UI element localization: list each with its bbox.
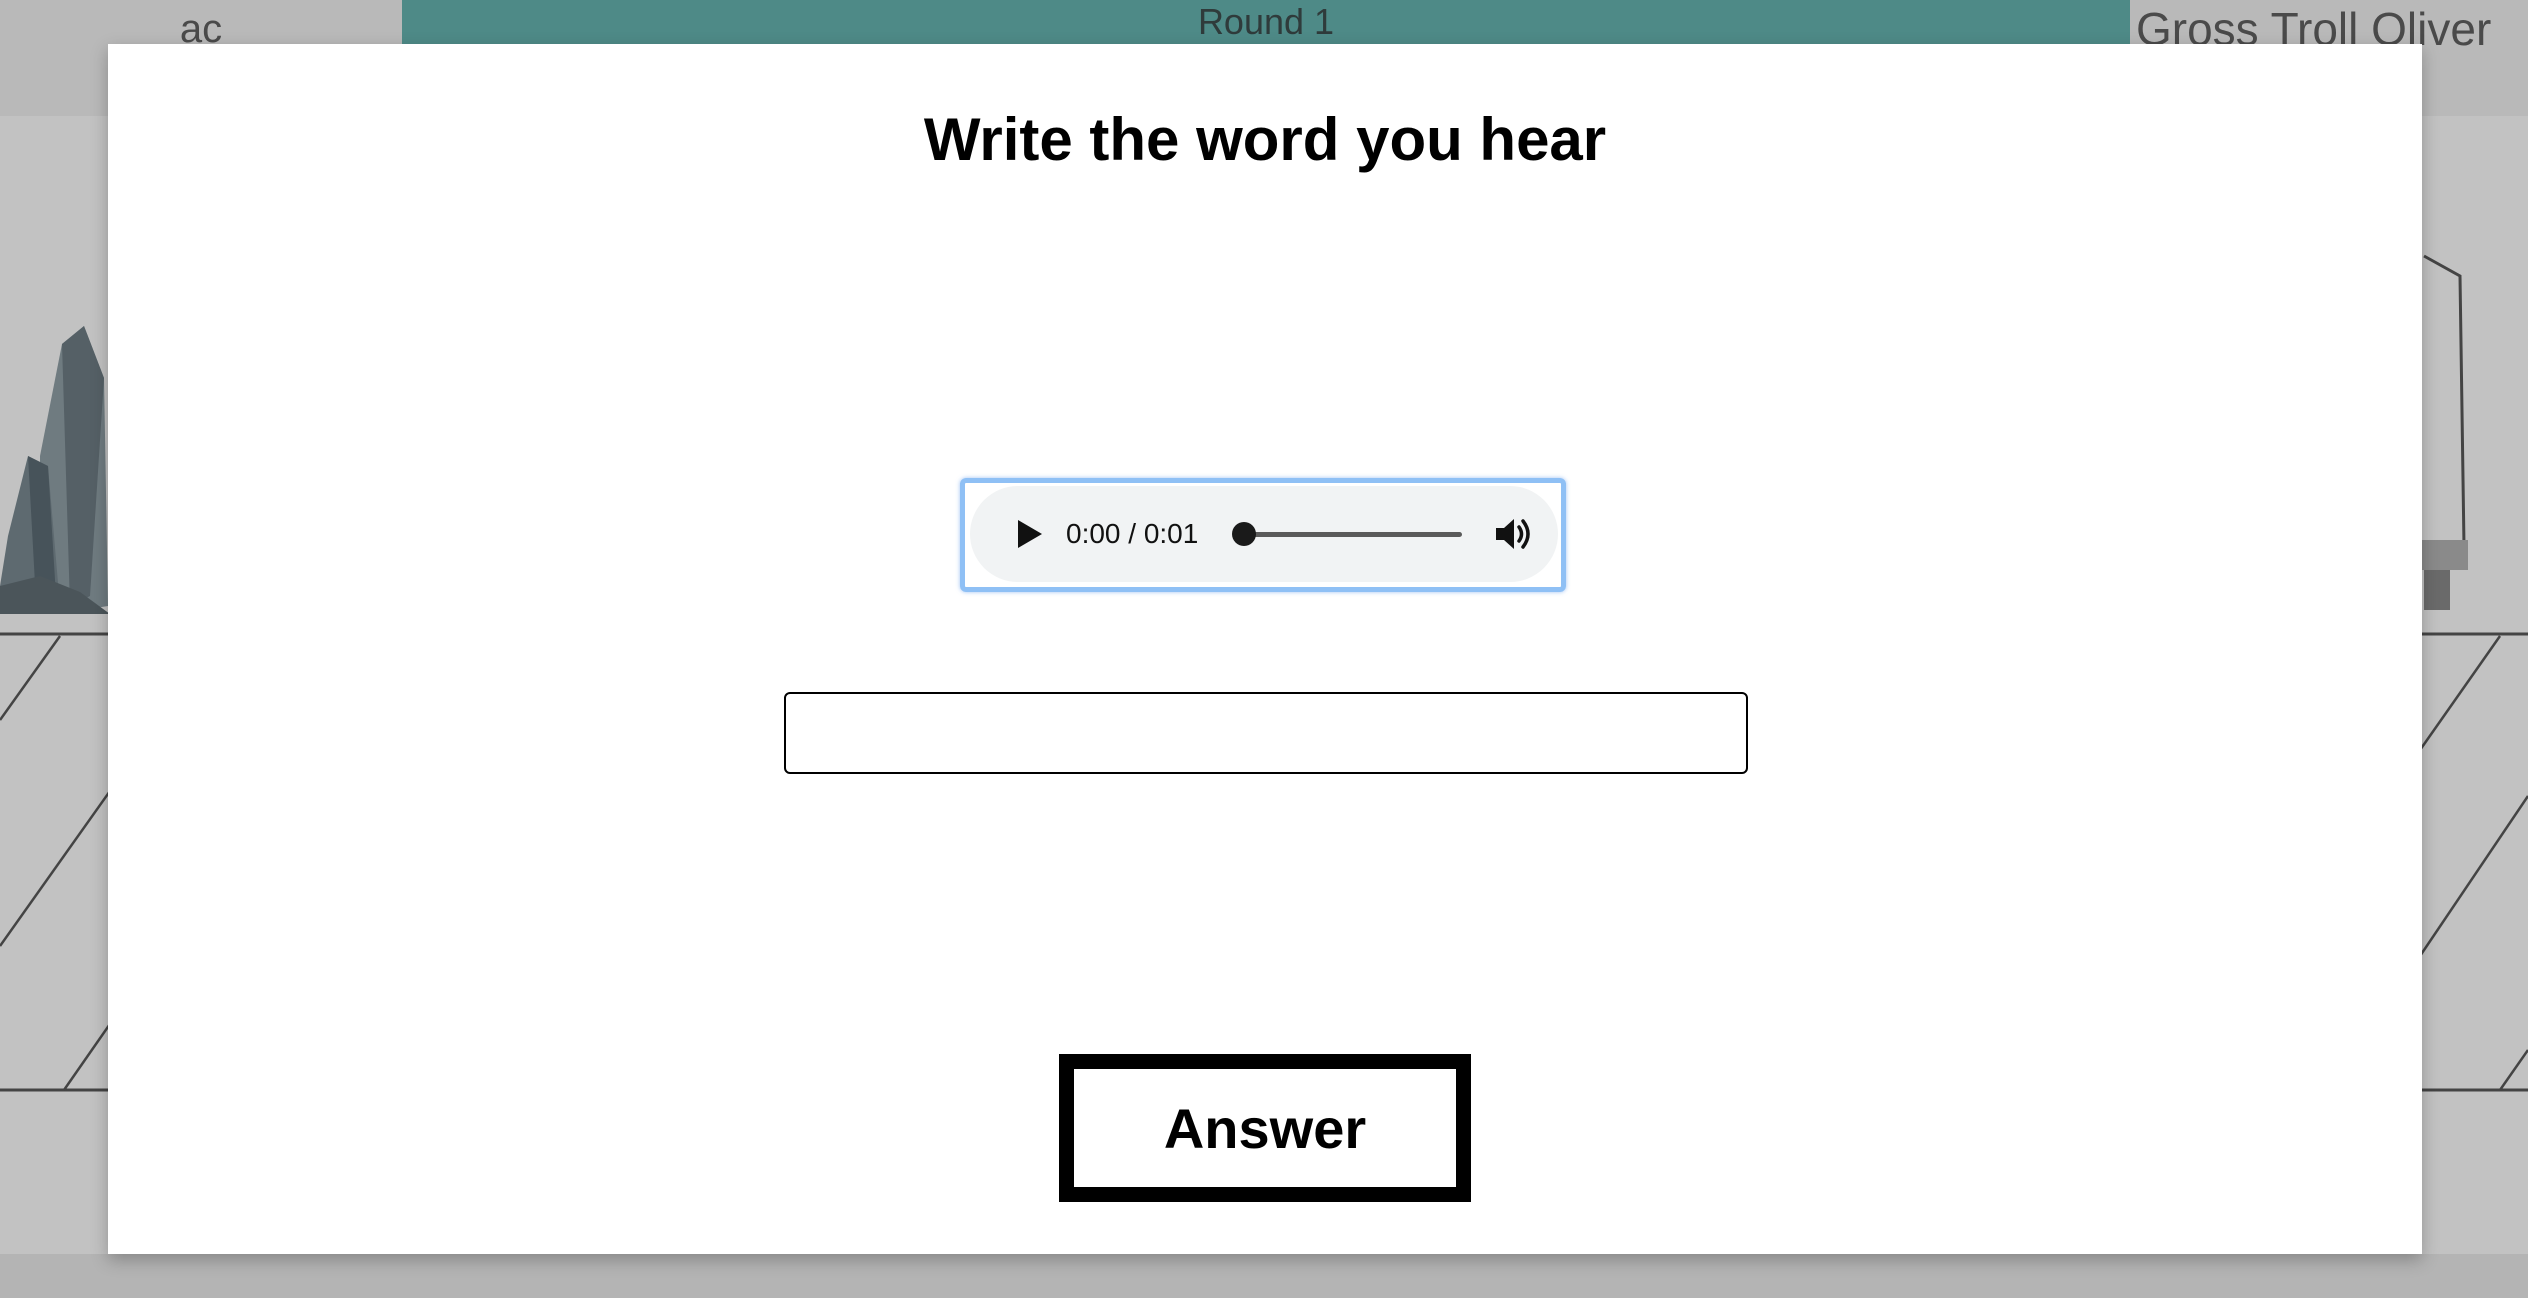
game-screen: ac Round 1 Gross Troll Oliver Write the … [0, 0, 2528, 1298]
answer-button[interactable]: Answer [1059, 1054, 1471, 1202]
player-left-name: ac [179, 7, 223, 51]
crystal-rock-decoration [0, 326, 110, 614]
modal-title: Write the word you hear [923, 106, 1607, 173]
player-right-name: Gross Troll Oliver [2136, 3, 2492, 46]
volume-icon[interactable] [1492, 512, 1536, 556]
question-modal: Write the word you hear 0:00 / 0:01 Answ… [108, 44, 2422, 1254]
audio-time-display: 0:00 / 0:01 [1066, 518, 1199, 549]
bottom-strip [0, 1254, 2528, 1298]
audio-seek-thumb[interactable] [1232, 522, 1256, 546]
answer-input[interactable] [784, 692, 1748, 774]
pedestal-decoration [2422, 254, 2468, 610]
audio-seek-bar[interactable] [1240, 532, 1462, 537]
play-icon[interactable] [1008, 514, 1048, 554]
round-indicator: Round 1 [402, 0, 2130, 44]
audio-player[interactable]: 0:00 / 0:01 [970, 486, 1558, 582]
